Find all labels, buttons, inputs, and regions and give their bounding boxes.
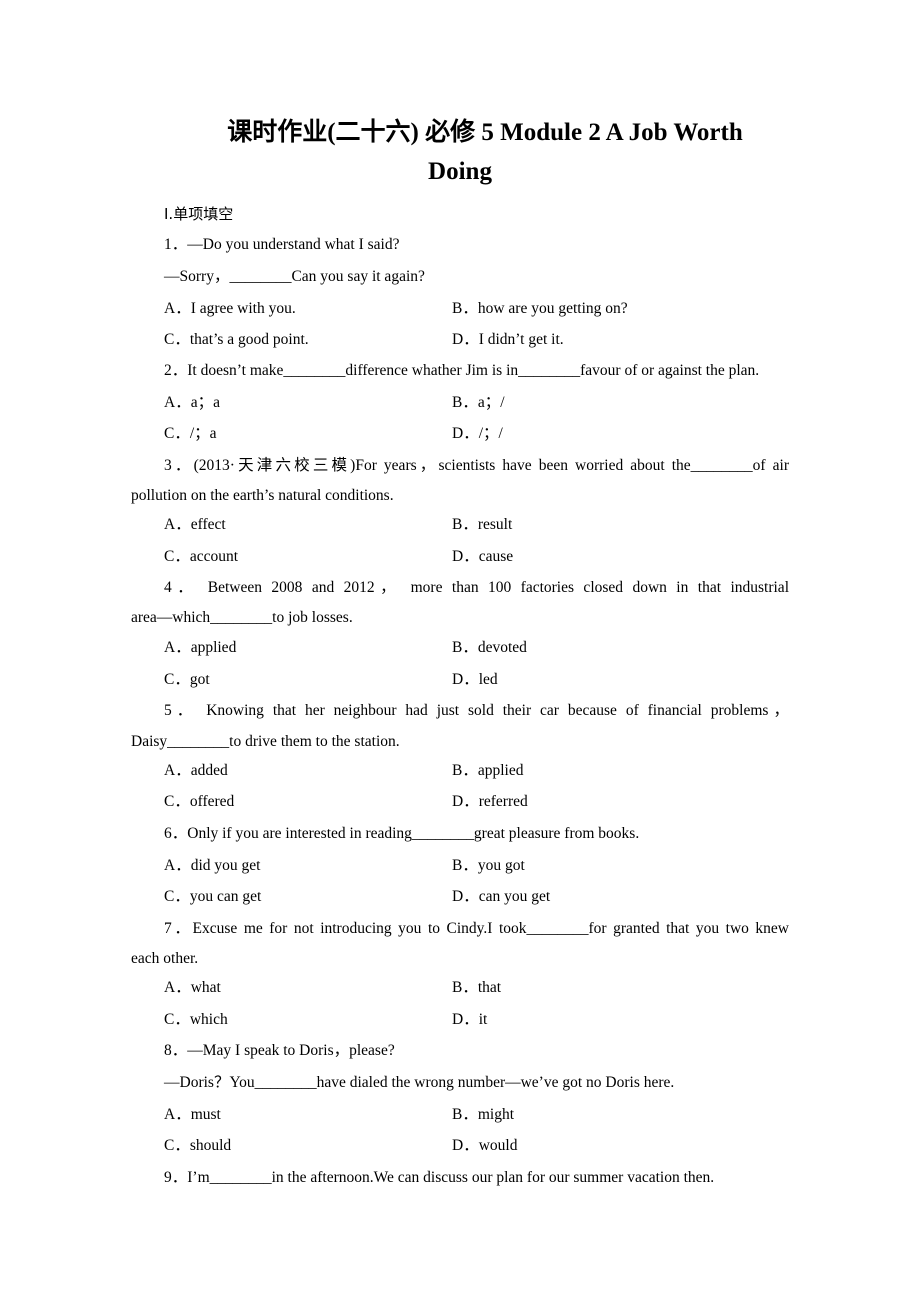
question-3-option-d: D．cause (452, 548, 514, 565)
question-5-option-d: D．referred (452, 793, 528, 810)
question-3-option-a: A．effect (164, 516, 226, 533)
question-8-stem-line-1: 8．—May I speak to Doris，please? (164, 1042, 395, 1059)
document-title-line2: Doing (428, 158, 492, 185)
question-4-stem-line-1: 4． Between 2008 and 2012， more than 100 … (164, 579, 789, 596)
question-6-option-c: C．you can get (164, 888, 262, 905)
question-4-option-a: A．applied (164, 639, 237, 656)
question-5-option-a: A．added (164, 762, 228, 779)
question-6-stem-line-1: 6．Only if you are interested in reading_… (164, 825, 640, 842)
question-1-stem-line-1: 1．—Do you understand what I said? (164, 236, 400, 253)
question-8-stem-line-2: —Doris？You________have dialed the wrong … (164, 1074, 675, 1091)
question-2-stem-line-1: 2．It doesn’t make________difference what… (164, 362, 760, 379)
question-7-option-c: C．which (164, 1011, 228, 1028)
document-page: 课时作业(二十六) 必修 5 Module 2 A Job Worth Doin… (0, 0, 920, 1302)
question-1-stem-line-2: —Sorry，________Can you say it again? (164, 268, 425, 285)
question-8-option-c: C．should (164, 1137, 232, 1154)
question-9-stem-line-1: 9．I’m________in the afternoon.We can dis… (164, 1169, 715, 1186)
question-3-option-b: B．result (452, 516, 513, 533)
question-8-option-d: D．would (452, 1137, 518, 1154)
question-8-option-b: B．might (452, 1106, 515, 1123)
question-5-option-c: C．offered (164, 793, 235, 810)
question-6-option-a: A．did you get (164, 857, 261, 874)
question-3-stem-line-2: pollution on the earth’s natural conditi… (131, 487, 394, 504)
question-2-option-d: D．/；/ (452, 425, 503, 442)
question-4-stem-line-2: area—which________to job losses. (131, 609, 353, 626)
question-2-option-a: A．a；a (164, 394, 220, 411)
question-3-option-c: C．account (164, 548, 239, 565)
question-2-option-b: B．a；/ (452, 394, 505, 411)
section-heading: Ⅰ.单项填空 (164, 205, 234, 223)
question-1-option-c: C．that’s a good point. (164, 331, 309, 348)
question-3-stem-line-1: 3．(2013·天津六校三模)For years，scientists have… (164, 457, 789, 474)
question-7-stem-line-2: each other. (131, 950, 199, 967)
question-4-option-b: B．devoted (452, 639, 527, 656)
question-8-option-a: A．must (164, 1106, 221, 1123)
question-5-stem-line-2: Daisy________to drive them to the statio… (131, 733, 400, 750)
question-4-option-d: D．led (452, 671, 498, 688)
question-7-stem-line-1: 7．Excuse me for not introducing you to C… (164, 920, 789, 937)
question-5-stem-line-1: 5． Knowing that her neighbour had just s… (164, 702, 789, 719)
question-1-option-d: D．I didn’t get it. (452, 331, 564, 348)
question-4-option-c: C．got (164, 671, 210, 688)
question-1-option-b: B．how are you getting on? (452, 300, 628, 317)
document-title-line1: 课时作业(二十六) 必修 5 Module 2 A Job Worth (227, 119, 743, 146)
question-6-option-d: D．can you get (452, 888, 551, 905)
question-5-option-b: B．applied (452, 762, 524, 779)
question-7-option-a: A．what (164, 979, 221, 996)
question-7-option-d: D．it (452, 1011, 488, 1028)
question-6-option-b: B．you got (452, 857, 525, 874)
question-2-option-c: C．/；a (164, 425, 217, 442)
question-7-option-b: B．that (452, 979, 502, 996)
question-1-option-a: A．I agree with you. (164, 300, 296, 317)
